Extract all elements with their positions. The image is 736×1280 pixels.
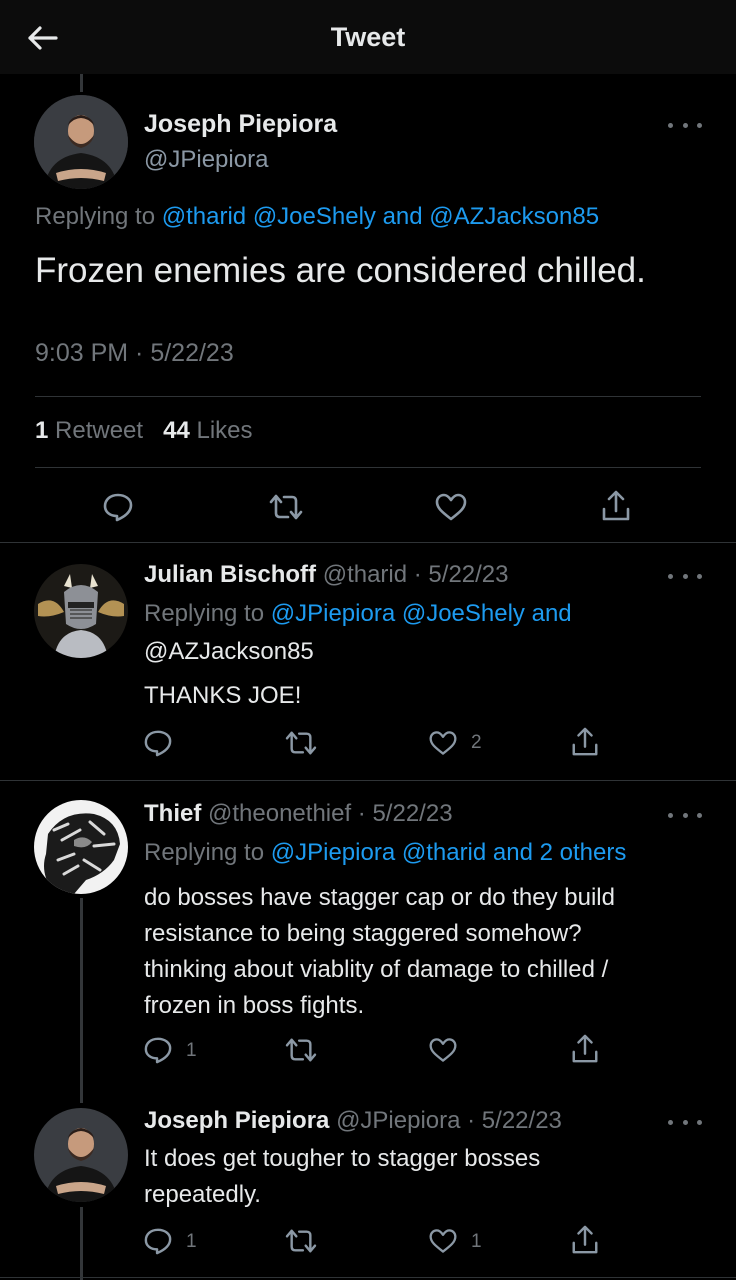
more-options-icon[interactable] (668, 569, 702, 583)
heart-icon (429, 1229, 457, 1253)
retweet-icon (285, 1229, 317, 1253)
thread-line (80, 898, 83, 1103)
thread-line (80, 1207, 83, 1280)
more-options-icon[interactable] (668, 1115, 702, 1129)
like-button[interactable] (426, 1225, 460, 1257)
replying-to: Replying to @JPiepiora @tharid and 2 oth… (144, 839, 626, 867)
reply-count: 1 (186, 1231, 197, 1252)
reply-header: Joseph Piepiora @JPiepiora · 5/22/23 (144, 1107, 562, 1135)
share-button[interactable] (568, 1223, 602, 1257)
share-button[interactable] (568, 725, 602, 759)
page-title: Tweet (330, 22, 406, 52)
replying-to-links[interactable]: @tharid @JoeShely and @AZJackson85 (162, 203, 599, 230)
retweet-icon (285, 731, 317, 755)
heart-icon (435, 493, 467, 521)
thread-line (80, 74, 83, 92)
retweet-button[interactable] (283, 1225, 319, 1257)
retweet-button[interactable] (283, 1034, 319, 1066)
avatar[interactable] (34, 564, 128, 658)
share-button[interactable] (568, 1032, 602, 1066)
reply-text-line: frozen in boss fights. (144, 992, 365, 1019)
reply-text-line: resistance to being staggered somehow? (144, 920, 582, 947)
retweet-icon (269, 494, 303, 520)
reply-count: 1 (186, 1040, 197, 1061)
like-count[interactable]: 44 (163, 417, 190, 444)
like-count: 2 (471, 732, 482, 753)
reply-button[interactable] (141, 1225, 175, 1257)
reply-icon (103, 493, 133, 522)
reply-icon (144, 730, 172, 757)
more-options-icon[interactable] (668, 808, 702, 822)
divider (0, 542, 736, 543)
reply-author-name[interactable]: Joseph Piepiora (144, 1107, 329, 1134)
reply-meta[interactable]: @JPiepiora · 5/22/23 (336, 1107, 562, 1134)
reply-meta[interactable]: @tharid · 5/22/23 (323, 561, 509, 588)
reply-text-line: thinking about viablity of damage to chi… (144, 956, 609, 983)
divider (0, 1277, 736, 1278)
tweet-stats: 1 Retweet 44 Likes (35, 417, 253, 445)
reply-text-line: do bosses have stagger cap or do they bu… (144, 884, 615, 911)
replying-to: Replying to @JPiepiora @JoeShely and (144, 600, 572, 628)
tweet-timestamp[interactable]: 9:03 PM · 5/22/23 (35, 339, 234, 368)
retweet-icon (285, 1038, 317, 1062)
reply-text: THANKS JOE! (144, 682, 302, 709)
reply-author-name[interactable]: Julian Bischoff (144, 561, 316, 588)
avatar[interactable] (34, 95, 128, 189)
replying-prefix: Replying to (35, 203, 156, 230)
avatar[interactable] (34, 1108, 128, 1202)
retweet-button[interactable] (283, 727, 319, 759)
reply-icon (144, 1228, 172, 1255)
replying-to: Replying to @tharid @JoeShely and @AZJac… (35, 203, 599, 231)
top-bar: Tweet (0, 0, 736, 74)
divider (0, 780, 736, 781)
replying-to-links[interactable]: @JPiepiora @JoeShely and (271, 600, 572, 627)
reply-author-name[interactable]: Thief (144, 800, 201, 827)
replying-to-links[interactable]: @JPiepiora @tharid and 2 others (271, 839, 627, 866)
like-button[interactable] (426, 727, 460, 759)
share-icon (572, 727, 598, 756)
share-icon (572, 1225, 598, 1254)
retweet-count[interactable]: 1 (35, 417, 48, 444)
retweet-button[interactable] (266, 490, 306, 524)
reply-text-line: repeatedly. (144, 1181, 261, 1208)
reply-icon (144, 1037, 172, 1064)
share-icon (602, 490, 630, 521)
reply-button[interactable] (100, 490, 136, 524)
retweet-label[interactable]: Retweet (55, 417, 143, 444)
heart-icon (429, 731, 457, 755)
author-name[interactable]: Joseph Piepiora (144, 110, 337, 139)
like-button[interactable] (432, 490, 470, 524)
replying-prefix: Replying to (144, 839, 265, 866)
share-button[interactable] (598, 488, 634, 524)
replying-prefix: Replying to (144, 600, 265, 627)
reply-meta[interactable]: @theonethief · 5/22/23 (208, 800, 453, 827)
like-button[interactable] (426, 1034, 460, 1066)
author-handle[interactable]: @JPiepiora (144, 146, 268, 174)
reply-header: Thief @theonethief · 5/22/23 (144, 800, 453, 828)
divider (35, 396, 701, 397)
heart-icon (429, 1038, 457, 1062)
reply-header: Julian Bischoff @tharid · 5/22/23 (144, 561, 509, 589)
reply-button[interactable] (141, 1034, 175, 1066)
reply-button[interactable] (141, 727, 175, 759)
like-count: 1 (471, 1231, 482, 1252)
like-label[interactable]: Likes (196, 417, 252, 444)
avatar[interactable] (34, 800, 128, 894)
divider (35, 467, 701, 468)
share-icon (572, 1034, 598, 1063)
reply-text-line: It does get tougher to stagger bosses (144, 1145, 541, 1172)
tweet-text: Frozen enemies are considered chilled. (35, 251, 646, 290)
more-options-icon[interactable] (668, 118, 702, 132)
replying-to-links[interactable]: @AZJackson85 (144, 638, 314, 666)
